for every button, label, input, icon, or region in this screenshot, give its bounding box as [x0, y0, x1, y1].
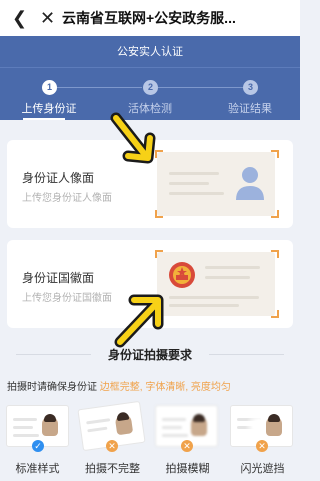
- frame-corner: [271, 250, 279, 258]
- close-icon[interactable]: ✕: [40, 8, 55, 28]
- step-2-dot: 2: [143, 80, 158, 95]
- frame-corner: [155, 250, 163, 258]
- back-icon[interactable]: ❮: [12, 8, 27, 28]
- sample-label: 拍摄不完整: [85, 463, 140, 475]
- emblem-card-subtitle: 上传您身份证国徽面: [22, 293, 112, 304]
- cross-icon: ✕: [181, 440, 193, 452]
- sample-label: 标准样式: [15, 463, 60, 475]
- step-1-label: 上传身份证: [21, 103, 77, 115]
- section-subtitle: 公安实人认证: [0, 36, 300, 68]
- requirements-prefix: 拍摄时请确保身份证: [7, 382, 97, 393]
- requirements-title: 身份证拍摄要求: [0, 346, 300, 363]
- page-title: 云南省互联网+公安政务服...: [62, 10, 236, 26]
- portrait-card-subtitle: 上传您身份证人像面: [22, 193, 112, 204]
- sample-label: 拍摄模糊: [165, 463, 210, 475]
- person-silhouette-icon: [236, 167, 264, 200]
- app-header: ❮ ✕ 云南省互联网+公安政务服...: [0, 0, 300, 36]
- active-step-underline: [23, 118, 65, 120]
- id-emblem-illustration: [157, 252, 275, 316]
- arrow-down-right-icon: [110, 112, 156, 164]
- portrait-card-title: 身份证人像面: [22, 171, 95, 185]
- cross-icon: ✕: [106, 440, 118, 452]
- frame-corner: [271, 210, 279, 218]
- requirements-highlights: 边框完整, 字体清晰, 亮度均匀: [99, 382, 231, 393]
- sample-images: [0, 400, 300, 455]
- step-1-dot: 1: [42, 80, 57, 95]
- id-portrait-illustration: [157, 152, 275, 216]
- requirements-text: 拍摄时请确保身份证 边框完整, 字体清晰, 亮度均匀: [7, 378, 231, 393]
- arrow-up-right-icon: [114, 294, 164, 348]
- sample-label: 闪光遮挡: [240, 463, 285, 475]
- step-connector: [57, 87, 142, 88]
- frame-corner: [271, 310, 279, 318]
- frame-corner: [155, 210, 163, 218]
- check-icon: ✓: [32, 440, 44, 452]
- frame-corner: [271, 150, 279, 158]
- step-3-label: 验证结果: [228, 103, 272, 115]
- step-3-dot: 3: [243, 80, 258, 95]
- national-emblem-icon: [169, 262, 195, 288]
- emblem-card-title: 身份证国徽面: [22, 271, 95, 285]
- step-connector: [158, 87, 243, 88]
- cross-icon: ✕: [256, 440, 268, 452]
